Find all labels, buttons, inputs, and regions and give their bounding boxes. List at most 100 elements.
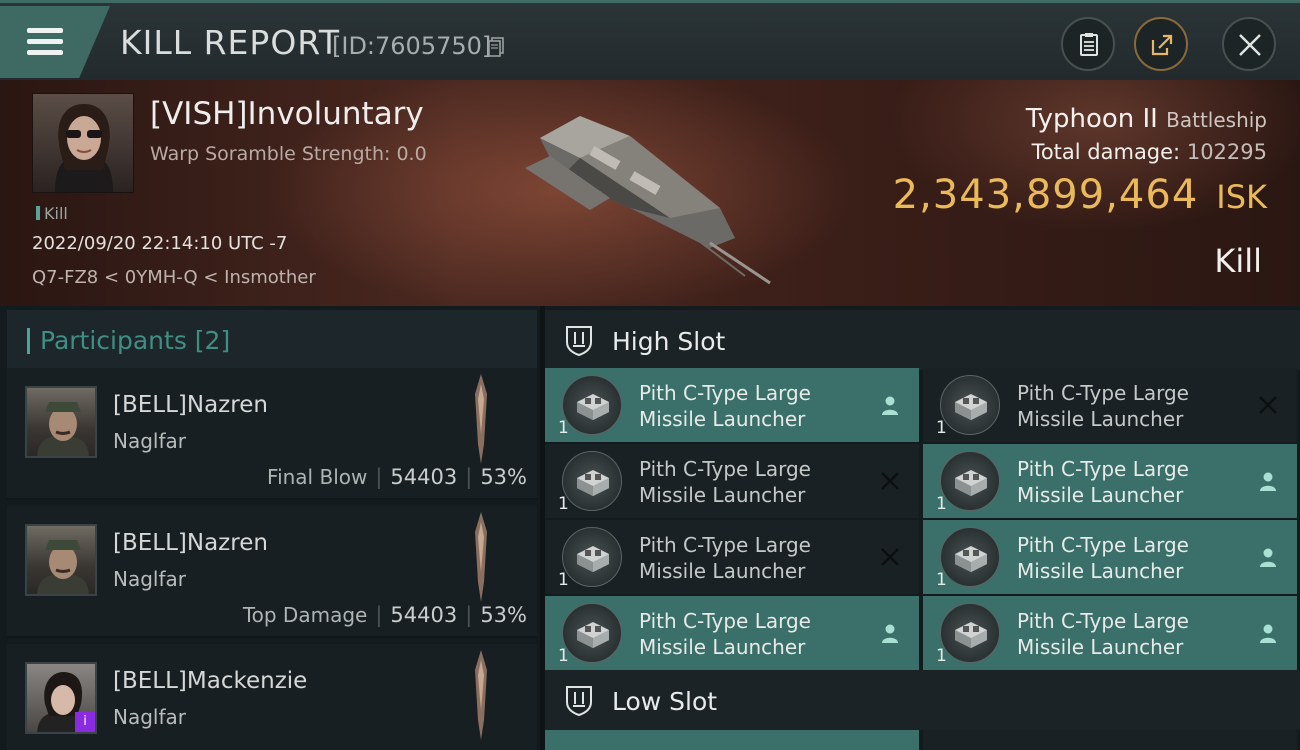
module-slot[interactable] xyxy=(923,730,1297,750)
module-name: Pith C-Type Large Missile Launcher xyxy=(1017,533,1189,583)
module-slot[interactable]: 1 Pith C-Type Large Missile Launcher xyxy=(545,520,919,594)
module-name: Pith C-Type Large Missile Launcher xyxy=(639,609,811,659)
pilot-icon xyxy=(1260,548,1276,567)
module-slot[interactable]: 1 Pith C-Type Large Missile Launcher xyxy=(545,368,919,442)
participant-ship-icon xyxy=(475,650,487,740)
participant-stats: Top Damage | 54403 | 53% xyxy=(242,603,527,627)
isk-unit: ISK xyxy=(1216,178,1267,216)
title-bar: KILL REPORT [ID:7605750] xyxy=(0,0,1300,80)
module-name: Pith C-Type Large Missile Launcher xyxy=(639,457,811,507)
missile-launcher-icon xyxy=(940,375,1000,435)
clipboard-icon xyxy=(1080,33,1098,56)
low-slot-label: Low Slot xyxy=(612,687,718,716)
module-slot[interactable]: 1 Pith C-Type Large Missile Launcher xyxy=(545,444,919,518)
module-quantity: 1 xyxy=(558,570,569,590)
share-button[interactable] xyxy=(1134,17,1188,71)
missile-launcher-icon xyxy=(940,451,1000,511)
participant-percent: 53% xyxy=(480,603,527,627)
module-quantity: 1 xyxy=(558,418,569,438)
participant-name: [BELL]Mackenzie xyxy=(113,668,308,694)
total-damage: Total damage: 102295 xyxy=(1032,140,1267,164)
window-title: KILL REPORT xyxy=(120,23,340,62)
victim-ship[interactable]: Typhoon II Battleship xyxy=(1026,104,1267,134)
participant-percent: 53% xyxy=(480,465,527,489)
low-slot-header: Low Slot xyxy=(545,670,1300,730)
module-quantity: 1 xyxy=(936,494,947,514)
module-quantity: 1 xyxy=(936,570,947,590)
module-name: Pith C-Type Large Missile Launcher xyxy=(639,381,811,431)
missile-launcher-icon xyxy=(940,527,1000,587)
ship-class: Battleship xyxy=(1166,108,1267,132)
x-icon xyxy=(881,472,899,490)
participant-ship-icon xyxy=(475,374,487,464)
participant-ship: Naglfar xyxy=(113,567,186,591)
participant-name: [BELL]Nazren xyxy=(113,392,268,418)
module-quantity: 1 xyxy=(936,646,947,666)
module-slot[interactable]: 1 Pith C-Type Large Missile Launcher xyxy=(923,368,1297,442)
avatar xyxy=(25,524,97,596)
module-slot[interactable]: 1 Pith C-Type Large Missile Launcher xyxy=(545,596,919,670)
module-name: Pith C-Type Large Missile Launcher xyxy=(1017,457,1189,507)
clipboard-button[interactable] xyxy=(1061,17,1115,71)
module-quantity: 1 xyxy=(936,418,947,438)
module-quantity: 1 xyxy=(558,494,569,514)
victim-name[interactable]: [VISH]Involuntary xyxy=(150,96,424,132)
module-slot[interactable]: 1 Pith C-Type Large Missile Launcher xyxy=(923,444,1297,518)
missile-launcher-icon xyxy=(562,375,622,435)
ship-image xyxy=(525,116,771,285)
copy-icon[interactable] xyxy=(488,37,504,57)
missile-launcher-icon xyxy=(940,603,1000,663)
module-slot[interactable] xyxy=(545,730,919,750)
x-icon xyxy=(881,548,899,566)
menu-button[interactable] xyxy=(0,6,110,78)
participant-row[interactable]: i [BELL]Mackenzie Naglfar xyxy=(7,644,537,750)
total-damage-label: Total damage: xyxy=(1031,140,1181,164)
kill-datetime: 2022/09/20 22:14:10 UTC -7 xyxy=(32,233,288,254)
fitting-panel: High Slot 1 Pith C-Type Large Missile Lau… xyxy=(545,306,1300,750)
victim-portrait[interactable] xyxy=(32,93,134,193)
report-id: [ID:7605750] xyxy=(332,32,492,60)
participant-role: Final Blow xyxy=(267,465,368,489)
high-slot-label: High Slot xyxy=(612,327,726,356)
participants-panel: Participants [2] [BELL]Nazren Naglfar Fi… xyxy=(0,306,540,750)
close-button[interactable] xyxy=(1222,17,1276,71)
participant-role: Top Damage xyxy=(242,603,368,627)
participants-title: Participants [2] xyxy=(40,326,231,355)
avatar xyxy=(25,386,97,458)
module-name: Pith C-Type Large Missile Launcher xyxy=(1017,609,1189,659)
victim-panel: [VISH]Involuntary Warp Soramble Strength… xyxy=(0,80,1300,306)
participant-damage: 54403 xyxy=(390,465,458,489)
hamburger-icon xyxy=(27,28,63,56)
missile-launcher-icon xyxy=(562,603,622,663)
close-icon xyxy=(1239,34,1261,56)
participant-ship-icon xyxy=(475,512,487,602)
participant-row[interactable]: [BELL]Nazren Naglfar Top Damage | 54403 | 53… xyxy=(7,506,537,638)
isk-value: 2,343,899,464 ISK xyxy=(893,172,1267,218)
pilot-icon xyxy=(882,624,898,643)
module-name: Pith C-Type Large Missile Launcher xyxy=(1017,381,1189,431)
missile-launcher-icon xyxy=(562,527,622,587)
participant-damage: 54403 xyxy=(390,603,458,627)
participant-stats: Final Blow | 54403 | 53% xyxy=(267,465,527,489)
kill-location[interactable]: Q7-FZ8 < 0YMH-Q < Insmother xyxy=(32,267,316,288)
participant-row[interactable]: [BELL]Nazren Naglfar Final Blow | 54403 | 53… xyxy=(7,368,537,500)
high-slot-header: High Slot xyxy=(545,310,1300,370)
pilot-icon xyxy=(882,396,898,415)
warp-scramble-strength: Warp Soramble Strength: 0.0 xyxy=(150,143,427,165)
missile-launcher-icon xyxy=(562,451,622,511)
participants-header: Participants [2] xyxy=(7,310,537,368)
isk-amount: 2,343,899,464 xyxy=(892,172,1199,218)
module-quantity: 1 xyxy=(558,646,569,666)
module-slot[interactable]: 1 Pith C-Type Large Missile Launcher xyxy=(923,520,1297,594)
kill-tag: Kill xyxy=(36,204,68,223)
participant-ship: Naglfar xyxy=(113,429,186,453)
slot-icon xyxy=(566,326,592,356)
pilot-icon xyxy=(1260,624,1276,643)
participant-ship: Naglfar xyxy=(113,705,186,729)
share-icon xyxy=(1151,34,1173,56)
result-label: Kill xyxy=(1214,242,1262,280)
total-damage-value: 102295 xyxy=(1186,140,1267,164)
avatar: i xyxy=(25,662,97,734)
x-icon xyxy=(1259,396,1277,414)
module-slot[interactable]: 1 Pith C-Type Large Missile Launcher xyxy=(923,596,1297,670)
